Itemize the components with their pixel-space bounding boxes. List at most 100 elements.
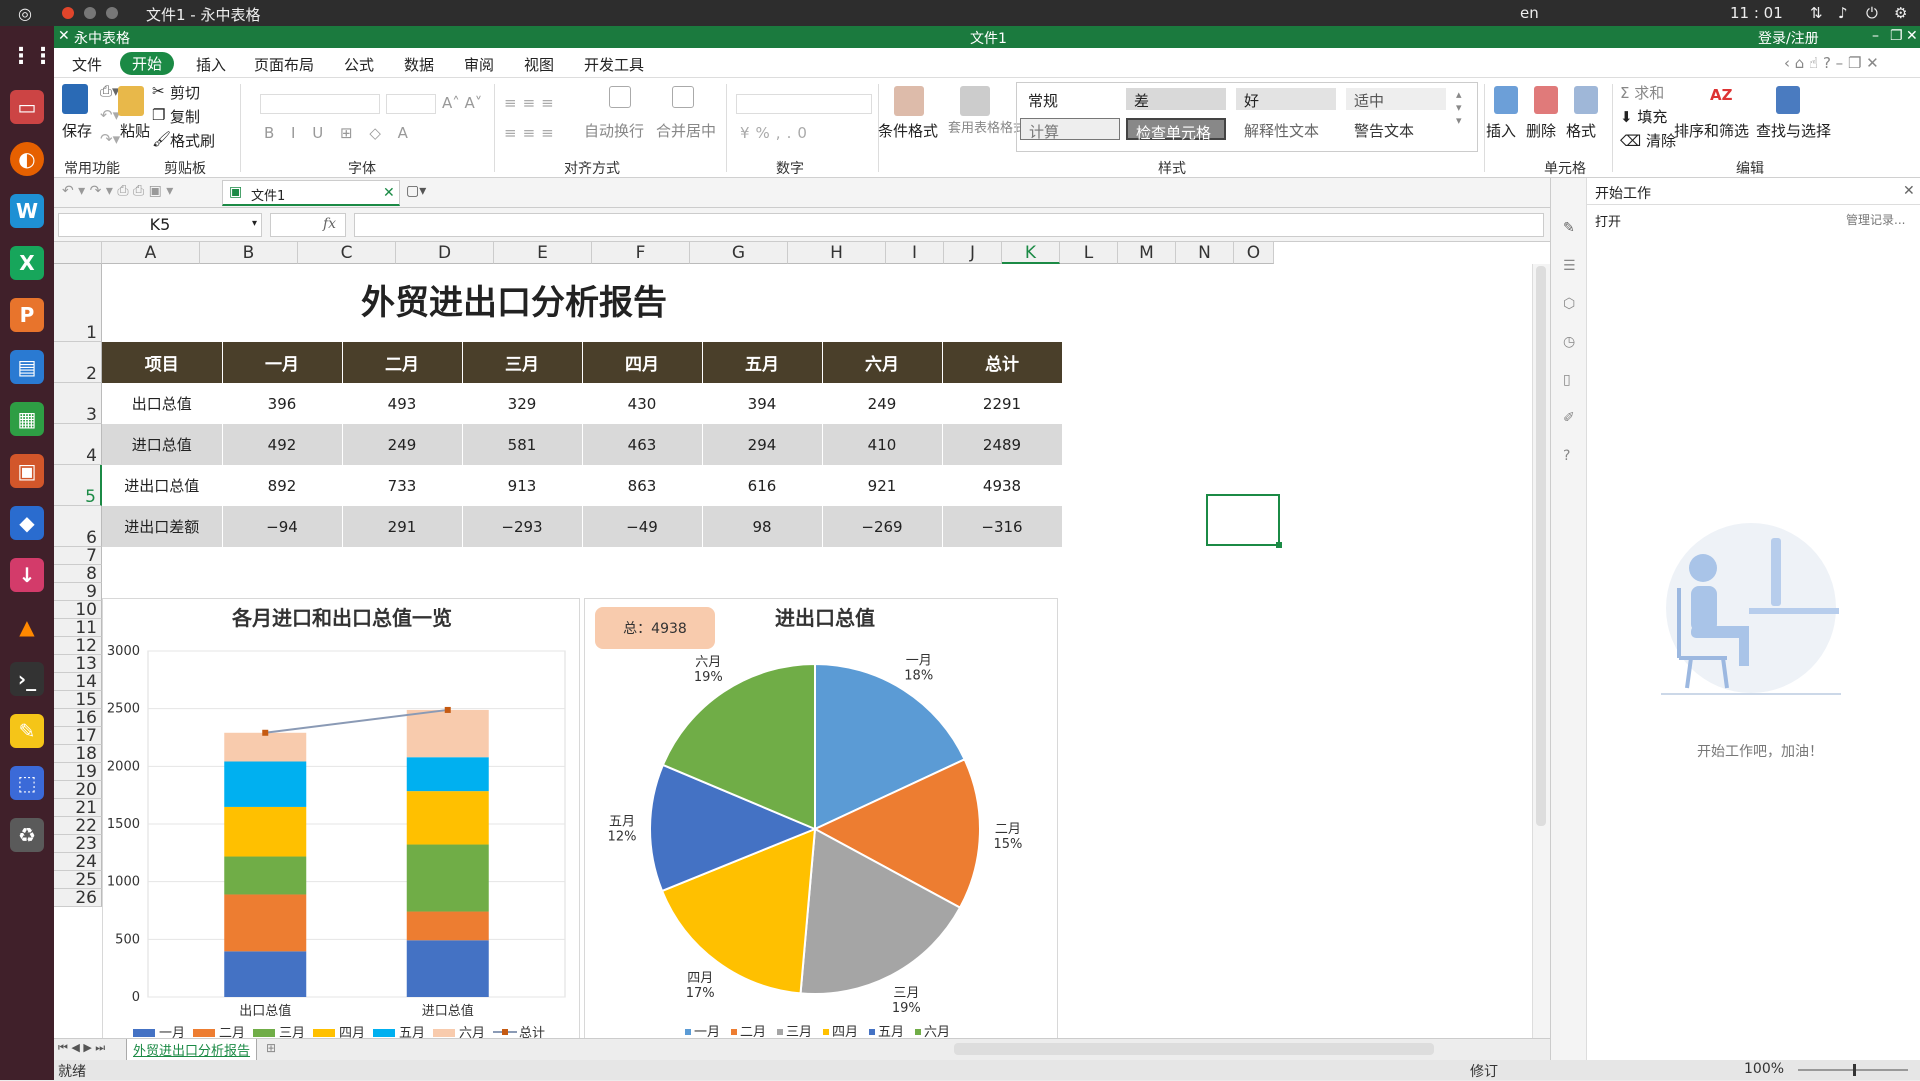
table-header-cell[interactable]: 三月 [462, 342, 583, 383]
bar-segment-三月[interactable] [224, 856, 307, 895]
row-header-5[interactable]: 5 [54, 465, 102, 507]
screenshot-icon[interactable]: ⬚ [10, 766, 44, 800]
qa-undo-redo-icons[interactable]: ↶ ▾ ↷ ▾ ⎙ ⎙ ▣ ▾ [62, 183, 173, 199]
ubuntu-icon[interactable]: ◎ [18, 4, 32, 23]
format-painter-button[interactable]: 格式刷 [170, 130, 215, 151]
menu-view[interactable]: 视图 [524, 54, 554, 75]
table-header-cell[interactable]: 项目 [102, 342, 223, 383]
fill-handle[interactable] [1276, 542, 1282, 548]
active-cell-k5[interactable] [1206, 494, 1280, 546]
cut-button[interactable]: 剪切 [170, 82, 200, 103]
new-doc-icon[interactable]: ▢▾ [406, 183, 426, 199]
column-header-K[interactable]: K [1002, 242, 1060, 264]
menu-formula[interactable]: 公式 [344, 54, 374, 75]
style-warning[interactable]: 警告文本 [1346, 118, 1422, 140]
value-cell[interactable]: −94 [222, 506, 343, 547]
volume-icon[interactable]: ♪ [1838, 4, 1848, 22]
delete-cells-button[interactable]: 删除 [1526, 120, 1556, 141]
value-cell[interactable]: 913 [462, 465, 583, 506]
value-cell[interactable]: −293 [462, 506, 583, 547]
row-label-cell[interactable]: 进出口总值 [102, 465, 223, 506]
value-cell[interactable]: 2489 [942, 424, 1063, 465]
paste-button[interactable]: 粘贴 [120, 120, 150, 141]
minimize-window-button[interactable] [84, 7, 96, 19]
value-cell[interactable]: 492 [222, 424, 343, 465]
software-icon[interactable]: ◆ [10, 506, 44, 540]
close-icon[interactable]: ✕ [1906, 28, 1918, 44]
menu-layout[interactable]: 页面布局 [254, 54, 314, 75]
row-header-14[interactable]: 14 [54, 673, 102, 691]
style-neutral[interactable]: 适中 [1346, 88, 1446, 110]
value-cell[interactable]: 892 [222, 465, 343, 506]
maximize-window-button[interactable] [106, 7, 118, 19]
column-header-M[interactable]: M [1118, 242, 1176, 264]
font-style-icons[interactable]: B I U ⊞ ◇ A [264, 124, 414, 142]
find-select-button[interactable]: 查找与选择 [1756, 120, 1831, 141]
row-header-17[interactable]: 17 [54, 727, 102, 745]
writer-w-icon[interactable]: W [10, 194, 44, 228]
menu-home[interactable]: 开始 [120, 52, 175, 75]
column-header-O[interactable]: O [1234, 242, 1274, 264]
vlc-icon[interactable]: ▲ [10, 610, 44, 644]
files-icon[interactable]: ▭ [10, 90, 44, 124]
bar-segment-五月[interactable] [224, 761, 307, 807]
table-header-cell[interactable]: 四月 [582, 342, 703, 383]
total-marker[interactable] [262, 729, 269, 736]
firefox-icon[interactable]: ◐ [10, 142, 44, 176]
zoom-level[interactable]: 100% [1744, 1061, 1784, 1077]
style-calculation[interactable]: 计算 [1020, 118, 1120, 141]
value-cell[interactable]: 581 [462, 424, 583, 465]
history-icon[interactable]: ◷ [1563, 334, 1575, 350]
row-header-25[interactable]: 25 [54, 871, 102, 889]
print-preview-icon[interactable]: ⎙▾ [100, 82, 120, 100]
value-cell[interactable]: 294 [702, 424, 823, 465]
bar-segment-五月[interactable] [406, 757, 489, 792]
bar-segment-四月[interactable] [224, 806, 307, 857]
spreadsheet-grid[interactable]: ABCDEFGHIJKLMNO 1 2 3 4 5 6 7 8 9 10 11 12 13 14 15 16 1… [54, 242, 1550, 1041]
pen-icon[interactable]: ✎ [1563, 220, 1575, 236]
edit-icon[interactable]: ✐ [1563, 410, 1575, 426]
value-cell[interactable]: 249 [342, 424, 463, 465]
add-sheet-icon[interactable]: ⊞ [266, 1041, 276, 1055]
merge-center-button[interactable]: 合并居中 [656, 120, 716, 141]
terminal-icon[interactable]: ›_ [10, 662, 44, 696]
ribbon-nav-icons[interactable]: ‹ ⌂ ☝ ? – ❐ ✕ [1784, 54, 1879, 72]
value-cell[interactable]: 249 [822, 383, 943, 424]
format-cells-button[interactable]: 格式 [1566, 120, 1596, 141]
report-title[interactable]: 外贸进出口分析报告 [102, 264, 926, 342]
settings-icon[interactable]: ⚙ [1894, 4, 1907, 22]
column-header-C[interactable]: C [298, 242, 396, 264]
row-header-19[interactable]: 19 [54, 763, 102, 781]
panel-close-icon[interactable]: ✕ [1903, 183, 1915, 199]
column-header-L[interactable]: L [1060, 242, 1118, 264]
data-table[interactable]: 项目 一月 二月 三月 四月 五月 六月 总计 出口总值 396 493 329 430 394 249 22… [102, 342, 1063, 547]
row-label-cell[interactable]: 进出口差额 [102, 506, 223, 547]
redo-icon[interactable]: ↷▾ [100, 130, 120, 148]
language-indicator[interactable]: en [1520, 4, 1539, 22]
bar-segment-一月[interactable] [224, 951, 307, 997]
calc-icon[interactable]: ▦ [10, 402, 44, 436]
status-track-changes[interactable]: 修订 [1470, 1061, 1498, 1081]
column-header-D[interactable]: D [396, 242, 494, 264]
row-header-21[interactable]: 21 [54, 799, 102, 817]
row-header-12[interactable]: 12 [54, 637, 102, 655]
table-header-cell[interactable]: 总计 [942, 342, 1063, 383]
horizontal-scrollbar[interactable] [954, 1043, 1434, 1055]
clock[interactable]: 11 : 01 [1730, 4, 1783, 22]
apps-grid-icon[interactable]: ⋮⋮ [10, 40, 54, 74]
bar-segment-二月[interactable] [224, 894, 307, 952]
menu-file[interactable]: 文件 [72, 54, 102, 75]
style-bad[interactable]: 差 [1126, 88, 1226, 110]
sliders-icon[interactable]: ☰ [1563, 258, 1576, 274]
panel-open-link[interactable]: 打开 [1595, 211, 1621, 230]
bar-segment-四月[interactable] [406, 791, 489, 845]
cube-icon[interactable]: ⬡ [1563, 296, 1575, 312]
column-header-E[interactable]: E [494, 242, 592, 264]
name-box-dropdown-icon[interactable]: ▾ [252, 218, 257, 229]
table-header-cell[interactable]: 六月 [822, 342, 943, 383]
value-cell[interactable]: −49 [582, 506, 703, 547]
row-header-9[interactable]: 9 [54, 583, 102, 601]
bar-segment-二月[interactable] [406, 911, 489, 941]
doc-tab-close-icon[interactable]: ✕ [383, 185, 395, 201]
row-header-23[interactable]: 23 [54, 835, 102, 853]
